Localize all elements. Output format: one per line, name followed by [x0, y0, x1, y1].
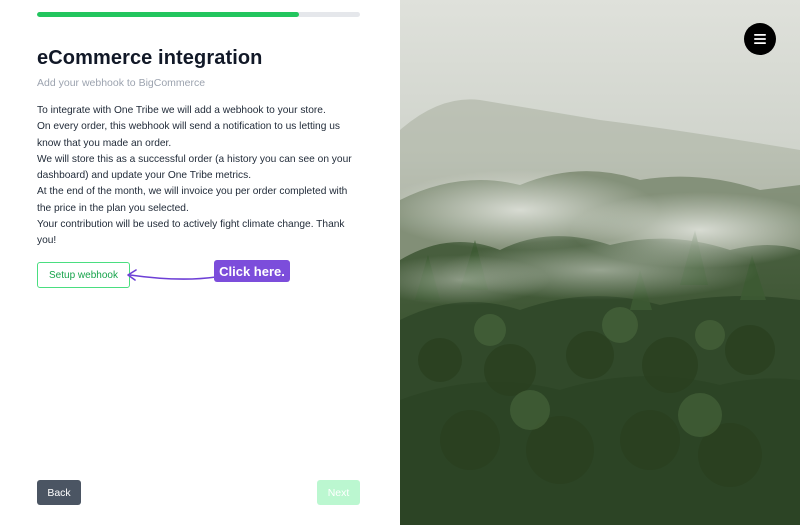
next-button[interactable]: Next — [317, 480, 360, 505]
menu-button[interactable] — [744, 23, 776, 55]
forest-image — [400, 0, 800, 525]
page-title: eCommerce integration — [37, 47, 263, 69]
hamburger-menu-icon — [754, 34, 766, 44]
progress-bar — [37, 12, 360, 17]
instruction-paragraph: At the end of the month, we will invoice… — [37, 186, 348, 214]
left-arrow-icon — [127, 269, 217, 281]
instruction-paragraph: To integrate with One Tribe we will add … — [37, 105, 326, 116]
misty-forest-illustration — [400, 0, 800, 525]
click-here-callout: Click here. — [214, 260, 290, 282]
instruction-paragraph: Your contribution will be used to active… — [37, 219, 345, 247]
onboarding-panel: eCommerce integration Add your webhook t… — [0, 0, 400, 525]
back-button[interactable]: Back — [37, 480, 81, 505]
progress-bar-fill — [37, 12, 299, 17]
setup-webhook-button[interactable]: Setup webhook — [37, 262, 130, 288]
instructions-text: To integrate with One Tribe we will add … — [37, 103, 363, 250]
instruction-paragraph: We will store this as a successful order… — [37, 153, 352, 182]
page-subtitle: Add your webhook to BigCommerce — [37, 77, 206, 89]
instruction-paragraph: On every order, this webhook will send a… — [37, 121, 340, 149]
